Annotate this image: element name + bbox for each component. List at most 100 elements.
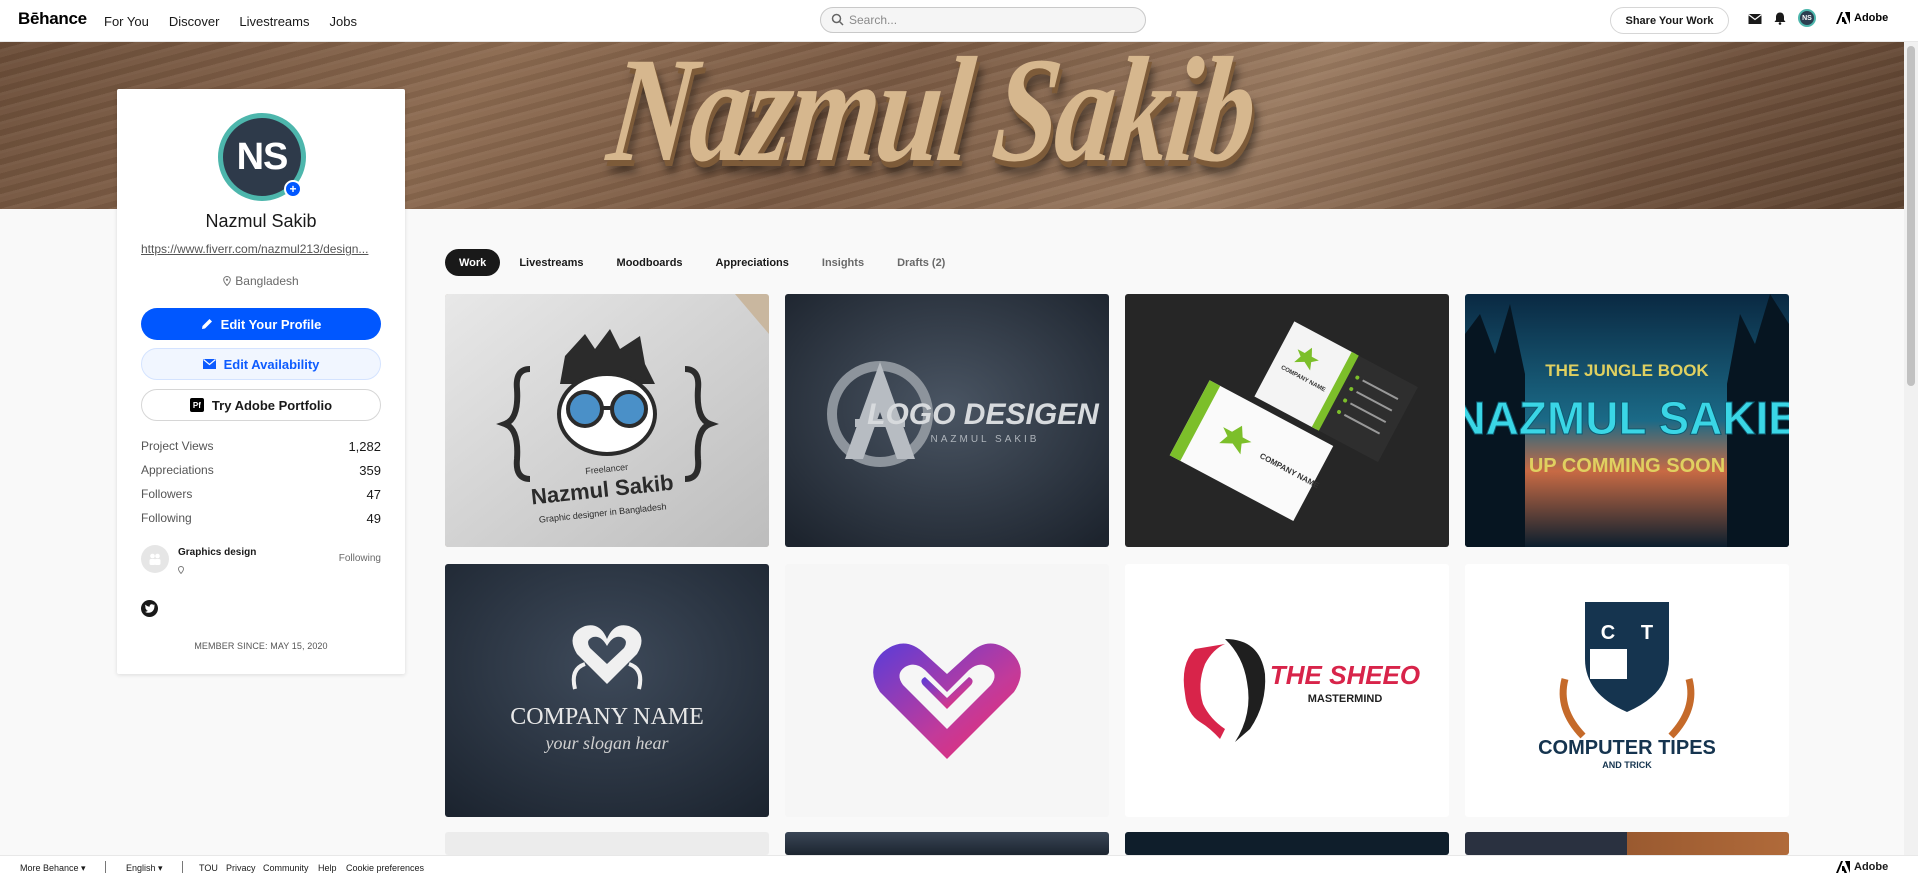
project-card-row3-2[interactable]: [785, 832, 1109, 855]
profile-location: Bangladesh: [117, 274, 405, 288]
p8-line2: AND TRICK: [1602, 760, 1652, 770]
project-card-business-card[interactable]: COMPANY NAME COMPANY NAME: [1125, 294, 1449, 547]
scrollbar-thumb[interactable]: [1907, 46, 1915, 386]
team-people-icon: [149, 553, 161, 565]
stat-followers[interactable]: Followers 47: [141, 482, 381, 506]
tab-livestreams[interactable]: Livestreams: [505, 249, 597, 276]
main-nav-links: For You Discover Livestreams Jobs: [104, 0, 357, 42]
tab-work[interactable]: Work: [445, 249, 501, 276]
stat-value: 1,282: [348, 438, 381, 454]
p4-line1: THE JUNGLE BOOK: [1545, 361, 1709, 380]
edit-availability-button[interactable]: Edit Availability: [141, 348, 381, 380]
adobe-label: Adobe: [1854, 12, 1889, 24]
stat-label: Project Views: [141, 439, 214, 453]
project-thumbnail: C T COMPUTER TIPES AND TRICK: [1465, 564, 1789, 817]
project-card-logo-design[interactable]: LOGO DESIGEN NAZMUL SAKIB: [785, 294, 1109, 547]
location-text: Bangladesh: [235, 274, 299, 288]
envelope-icon: [202, 359, 216, 369]
footer-language-label: English: [126, 863, 156, 873]
footer-adobe-label: Adobe: [1854, 861, 1889, 873]
project-card-freelancer-logo[interactable]: Freelancer Nazmul Sakib Graphic designer…: [445, 294, 769, 547]
user-avatar[interactable]: NS: [1798, 9, 1816, 27]
behance-logo[interactable]: Bēhance: [18, 9, 87, 29]
project-card-jungle-book[interactable]: THE JUNGLE BOOK NAZMUL SAKIB UP COMMING …: [1465, 294, 1789, 547]
p5-line2: your slogan hear: [544, 733, 670, 753]
team-following-status[interactable]: Following: [339, 553, 381, 564]
page-scrollbar[interactable]: [1904, 42, 1918, 855]
stat-appreciations[interactable]: Appreciations 359: [141, 458, 381, 482]
project-card-the-sheeo[interactable]: THE SHEEO MASTERMIND: [1125, 564, 1449, 817]
search-input[interactable]: [849, 13, 1145, 27]
stat-label: Followers: [141, 487, 193, 501]
adobe-link[interactable]: Adobe: [1836, 12, 1888, 24]
top-navigation: Bēhance For You Discover Livestreams Job…: [0, 0, 1918, 42]
stat-project-views[interactable]: Project Views 1,282: [141, 434, 381, 458]
stat-following[interactable]: Following 49: [141, 506, 381, 530]
footer-separator: [182, 861, 183, 873]
footer-link-tou[interactable]: TOU: [199, 863, 218, 873]
footer-more-behance[interactable]: More Behance ▾: [20, 863, 86, 874]
project-thumbnail: THE JUNGLE BOOK NAZMUL SAKIB UP COMMING …: [1465, 294, 1789, 547]
location-pin-icon: [223, 276, 232, 286]
share-your-work-button[interactable]: Share Your Work: [1610, 7, 1729, 34]
nav-link-discover[interactable]: Discover: [169, 14, 220, 29]
mail-icon[interactable]: [1748, 12, 1762, 30]
adobe-portfolio-icon: Pf: [189, 398, 204, 412]
team-location-pin-icon: [178, 561, 184, 579]
p2-line2: NAZMUL SAKIB: [931, 434, 1040, 445]
stat-value: 359: [359, 462, 381, 478]
footer-link-privacy[interactable]: Privacy: [226, 863, 256, 873]
footer-language-select[interactable]: English ▾: [126, 863, 163, 874]
profile-tabs: Work Livestreams Moodboards Appreciation…: [445, 249, 964, 276]
tab-insights[interactable]: Insights: [808, 249, 878, 276]
project-thumbnail: THE SHEEO MASTERMIND: [1125, 564, 1449, 817]
project-card-row3-1[interactable]: [445, 832, 769, 855]
twitter-icon[interactable]: [141, 600, 158, 617]
p2-line1: LOGO DESIGEN: [867, 398, 1100, 431]
p8-letter1: C: [1601, 622, 1615, 644]
footer-separator: [105, 861, 106, 873]
p5-line1: COMPANY NAME: [510, 704, 704, 730]
project-card-heart-logo[interactable]: [785, 564, 1109, 817]
footer-link-community[interactable]: Community: [263, 863, 309, 873]
project-thumbnail: Freelancer Nazmul Sakib Graphic designer…: [445, 294, 769, 547]
footer-adobe-link[interactable]: Adobe: [1836, 861, 1888, 873]
tab-drafts[interactable]: Drafts (2): [883, 249, 959, 276]
profile-website-link[interactable]: https://www.fiverr.com/nazmul213/design.…: [141, 242, 381, 256]
tab-appreciations[interactable]: Appreciations: [702, 249, 803, 276]
search-box[interactable]: [820, 7, 1146, 33]
project-card-row3-3[interactable]: [1125, 832, 1449, 855]
project-card-company-name[interactable]: COMPANY NAME your slogan hear: [445, 564, 769, 817]
add-avatar-icon[interactable]: +: [284, 180, 302, 198]
stat-label: Following: [141, 511, 192, 525]
team-item[interactable]: Graphics design Following: [141, 545, 381, 575]
profile-stats: Project Views 1,282 Appreciations 359 Foll…: [141, 434, 381, 530]
nav-link-for-you[interactable]: For You: [104, 14, 149, 29]
project-card-row3-4[interactable]: [1465, 832, 1789, 855]
banner-title: Nazmul Sakib: [601, 42, 1262, 193]
project-thumbnail: COMPANY NAME your slogan hear: [445, 564, 769, 817]
p4-line3: UP COMMING SOON: [1529, 455, 1725, 477]
project-thumbnail: [785, 564, 1109, 817]
footer-more-label: More Behance: [20, 863, 79, 873]
profile-name: Nazmul Sakib: [205, 211, 317, 231]
pencil-icon: [201, 319, 212, 329]
adobe-logo-icon: [1836, 12, 1850, 24]
footer-bar: More Behance ▾ English ▾ TOU Privacy Com…: [0, 855, 1918, 879]
nav-link-livestreams[interactable]: Livestreams: [239, 14, 309, 29]
footer-link-cookie-preferences[interactable]: Cookie preferences: [346, 863, 424, 873]
edit-profile-label: Edit Your Profile: [220, 316, 322, 332]
adobe-logo-icon: [1836, 861, 1850, 873]
adobe-portfolio-label: Try Adobe Portfolio: [211, 397, 333, 413]
footer-link-help[interactable]: Help: [318, 863, 337, 873]
edit-profile-button[interactable]: Edit Your Profile: [141, 308, 381, 340]
search-icon: [831, 13, 844, 31]
team-name[interactable]: Graphics design: [178, 547, 256, 558]
p7-line1: THE SHEEO: [1270, 660, 1420, 690]
nav-link-jobs[interactable]: Jobs: [329, 14, 356, 29]
member-since: MEMBER SINCE: MAY 15, 2020: [194, 641, 328, 651]
tab-moodboards[interactable]: Moodboards: [603, 249, 697, 276]
try-adobe-portfolio-button[interactable]: Pf Try Adobe Portfolio: [141, 389, 381, 421]
project-card-computer-tipes[interactable]: C T COMPUTER TIPES AND TRICK: [1465, 564, 1789, 817]
notification-bell-icon[interactable]: [1774, 12, 1786, 30]
